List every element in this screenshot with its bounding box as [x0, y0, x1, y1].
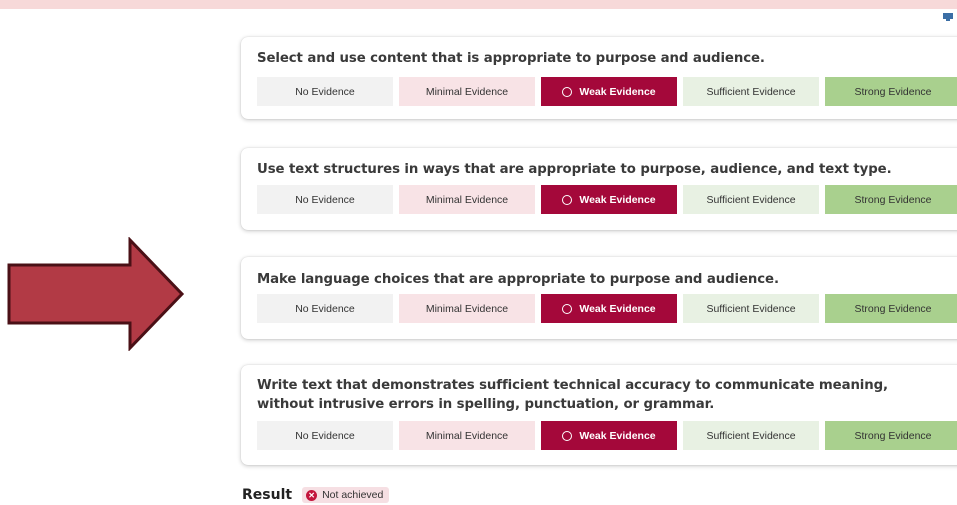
criterion-card-2: Use text structures in ways that are app…: [241, 148, 957, 230]
option-label: Weak Evidence: [579, 85, 656, 98]
option-strong-evidence[interactable]: Strong Evidence: [825, 294, 957, 323]
option-no-evidence[interactable]: No Evidence: [257, 77, 393, 106]
option-weak-evidence-selected[interactable]: Weak Evidence: [541, 185, 677, 214]
option-minimal-evidence[interactable]: Minimal Evidence: [399, 77, 535, 106]
radio-icon: [562, 86, 573, 97]
option-strong-evidence[interactable]: Strong Evidence: [825, 77, 957, 106]
radio-icon: [562, 430, 573, 441]
option-strong-evidence[interactable]: Strong Evidence: [825, 185, 957, 214]
criterion-title: Select and use content that is appropria…: [257, 51, 765, 66]
option-no-evidence[interactable]: No Evidence: [257, 421, 393, 450]
monitor-icon[interactable]: [943, 13, 955, 21]
option-sufficient-evidence[interactable]: Sufficient Evidence: [683, 294, 819, 323]
criterion-title: Use text structures in ways that are app…: [257, 162, 892, 177]
option-sufficient-evidence[interactable]: Sufficient Evidence: [683, 185, 819, 214]
option-minimal-evidence[interactable]: Minimal Evidence: [399, 294, 535, 323]
option-minimal-evidence[interactable]: Minimal Evidence: [399, 185, 535, 214]
option-no-evidence[interactable]: No Evidence: [257, 294, 393, 323]
criterion-title: Write text that demonstrates sufficient …: [257, 378, 889, 412]
option-weak-evidence-selected[interactable]: Weak Evidence: [541, 421, 677, 450]
option-weak-evidence-selected[interactable]: Weak Evidence: [541, 294, 677, 323]
criterion-card-3: Make language choices that are appropria…: [241, 257, 957, 339]
option-sufficient-evidence[interactable]: Sufficient Evidence: [683, 77, 819, 106]
criterion-card-4: Write text that demonstrates sufficient …: [241, 365, 957, 465]
option-label: Weak Evidence: [579, 193, 656, 206]
top-banner: [0, 0, 957, 9]
criterion-card-1: Select and use content that is appropria…: [241, 37, 957, 119]
result-row: Result ✕ Not achieved: [242, 485, 390, 505]
option-no-evidence[interactable]: No Evidence: [257, 185, 393, 214]
option-sufficient-evidence[interactable]: Sufficient Evidence: [683, 421, 819, 450]
arrow-right-icon: [7, 237, 185, 351]
criterion-title: Make language choices that are appropria…: [257, 272, 779, 287]
option-label: Weak Evidence: [579, 429, 656, 442]
option-minimal-evidence[interactable]: Minimal Evidence: [399, 421, 535, 450]
x-circle-icon: ✕: [306, 489, 318, 501]
radio-icon: [562, 303, 573, 314]
status-text: Not achieved: [322, 489, 384, 501]
option-label: Weak Evidence: [579, 302, 656, 315]
option-strong-evidence[interactable]: Strong Evidence: [825, 421, 957, 450]
option-weak-evidence-selected[interactable]: Weak Evidence: [541, 77, 677, 106]
radio-icon: [562, 194, 573, 205]
